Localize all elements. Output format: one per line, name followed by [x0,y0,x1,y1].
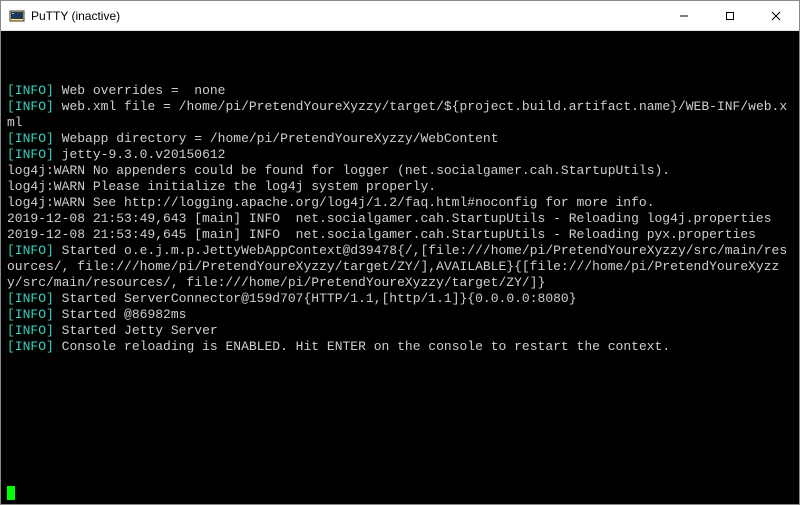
log-message: web.xml file = /home/pi/PretendYoureXyzz… [7,99,787,130]
terminal-line: [INFO] Started Jetty Server [7,323,793,339]
log-message: log4j:WARN See http://logging.apache.org… [7,195,655,210]
log-level-tag: INFO [15,243,46,258]
terminal-line: [INFO] Webapp directory = /home/pi/Prete… [7,131,793,147]
close-button[interactable] [753,1,799,30]
log-message: Webapp directory = /home/pi/PretendYoure… [54,131,499,146]
terminal-line: log4j:WARN Please initialize the log4j s… [7,179,793,195]
log-level-tag: INFO [15,323,46,338]
maximize-icon [725,11,735,21]
terminal-line: log4j:WARN No appenders could be found f… [7,163,793,179]
window-controls [661,1,799,30]
log-level-tag: INFO [15,147,46,162]
terminal-output[interactable]: [INFO] Web overrides = none[INFO] web.xm… [1,31,799,504]
terminal-line: [INFO] Web overrides = none [7,83,793,99]
log-message: Web overrides = none [54,83,226,98]
minimize-button[interactable] [661,1,707,30]
log-message: log4j:WARN Please initialize the log4j s… [7,179,436,194]
terminal-line: [INFO] Started o.e.j.m.p.JettyWebAppCont… [7,243,793,291]
log-message: Started Jetty Server [54,323,218,338]
log-message: Console reloading is ENABLED. Hit ENTER … [54,339,670,354]
terminal-line: [INFO] web.xml file = /home/pi/PretendYo… [7,99,793,131]
log-level-tag: INFO [15,339,46,354]
log-message: 2019-12-08 21:53:49,643 [main] INFO net.… [7,211,772,226]
log-level-tag: INFO [15,83,46,98]
putty-icon [9,8,25,24]
log-level-tag: INFO [15,291,46,306]
minimize-icon [679,11,689,21]
terminal-line: 2019-12-08 21:53:49,643 [main] INFO net.… [7,211,793,227]
log-message: 2019-12-08 21:53:49,645 [main] INFO net.… [7,227,756,242]
terminal-line: 2019-12-08 21:53:49,645 [main] INFO net.… [7,227,793,243]
terminal-line: [INFO] Console reloading is ENABLED. Hit… [7,339,793,355]
log-message: jetty-9.3.0.v20150612 [54,147,226,162]
putty-window: PuTTY (inactive) [INFO] Web overrides = … [0,0,800,505]
log-message: Started ServerConnector@159d707{HTTP/1.1… [54,291,577,306]
log-level-tag: INFO [15,99,46,114]
log-level-tag: INFO [15,131,46,146]
window-title: PuTTY (inactive) [31,9,120,23]
titlebar[interactable]: PuTTY (inactive) [1,1,799,31]
log-level-tag: INFO [15,307,46,322]
log-message: Started @86982ms [54,307,187,322]
terminal-line: [INFO] jetty-9.3.0.v20150612 [7,147,793,163]
terminal-line: [INFO] Started ServerConnector@159d707{H… [7,291,793,307]
terminal-line: log4j:WARN See http://logging.apache.org… [7,195,793,211]
terminal-line: [INFO] Started @86982ms [7,307,793,323]
log-message: Started o.e.j.m.p.JettyWebAppContext@d39… [7,243,787,290]
cursor-block [7,486,15,500]
maximize-button[interactable] [707,1,753,30]
log-message: log4j:WARN No appenders could be found f… [7,163,670,178]
close-icon [771,11,781,21]
